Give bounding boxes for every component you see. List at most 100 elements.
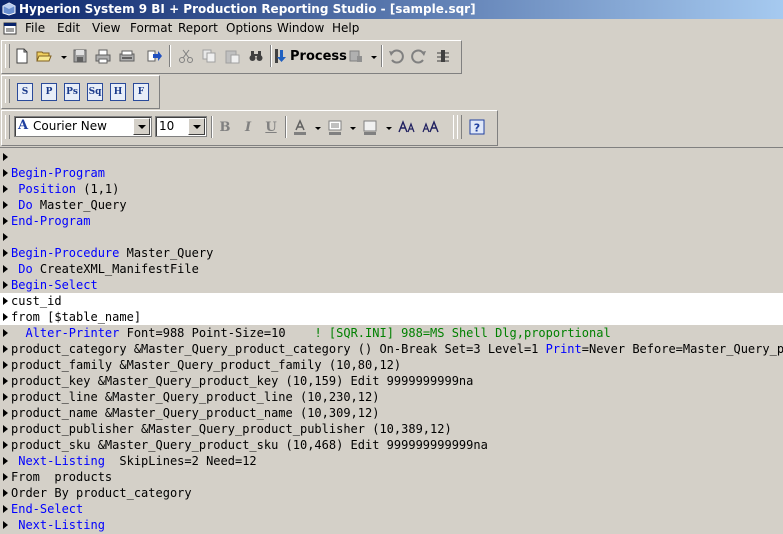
document-icon[interactable] bbox=[3, 22, 17, 35]
line-marker-icon bbox=[3, 313, 8, 321]
code-line[interactable]: Position (1,1) bbox=[0, 181, 783, 197]
code-line[interactable]: Do Master_Query bbox=[0, 197, 783, 213]
menu-view[interactable]: View bbox=[92, 21, 120, 35]
procedure-section-button[interactable]: Ps bbox=[64, 83, 80, 101]
toolbar-grip[interactable] bbox=[457, 115, 462, 139]
code-line[interactable]: product_sku &Master_Query_product_sku (1… bbox=[0, 437, 783, 453]
open-button[interactable] bbox=[34, 46, 54, 66]
decrease-font-button[interactable] bbox=[421, 117, 441, 137]
toolbar-grip[interactable] bbox=[5, 115, 10, 139]
paste-button[interactable] bbox=[222, 46, 242, 66]
program-section-button[interactable]: P bbox=[41, 83, 57, 101]
code-line[interactable]: End-Select bbox=[0, 501, 783, 517]
code-line[interactable]: Alter-Printer Font=988 Point-Size=10 ! [… bbox=[0, 325, 783, 341]
print-preview-button[interactable] bbox=[117, 46, 137, 66]
menu-window[interactable]: Window bbox=[277, 21, 324, 35]
increase-font-button[interactable] bbox=[397, 117, 417, 137]
line-marker-icon bbox=[3, 425, 8, 433]
heading-section-button[interactable]: H bbox=[110, 83, 126, 101]
font-color-dropdown-arrow[interactable] bbox=[315, 127, 321, 130]
code-keyword: Next-Listing bbox=[11, 518, 105, 532]
code-keyword: End-Program bbox=[11, 214, 91, 228]
underline-button[interactable]: U bbox=[261, 117, 281, 137]
binoculars-icon bbox=[249, 51, 263, 61]
code-line[interactable]: Begin-Program bbox=[0, 165, 783, 181]
title-bar[interactable]: Hyperion System 9 BI + Production Report… bbox=[0, 0, 783, 19]
fill-color-button[interactable] bbox=[325, 117, 345, 137]
menu-file[interactable]: File bbox=[25, 21, 45, 35]
menu-report[interactable]: Report bbox=[178, 21, 218, 35]
help-button[interactable]: ? bbox=[467, 117, 487, 137]
cut-button[interactable] bbox=[176, 46, 196, 66]
italic-button[interactable]: I bbox=[238, 117, 258, 137]
border-button[interactable] bbox=[360, 117, 380, 137]
code-token: SkipLines=2 Need=12 bbox=[104, 454, 257, 468]
fill-color-dropdown-arrow[interactable] bbox=[350, 127, 356, 130]
code-line[interactable] bbox=[0, 149, 783, 165]
menu-format[interactable]: Format bbox=[130, 21, 172, 35]
code-text: Next-Listing SkipLines=2 Need=12 bbox=[11, 453, 257, 469]
print-button[interactable] bbox=[93, 46, 113, 66]
line-marker-icon bbox=[3, 457, 8, 465]
code-text: Order By product_category bbox=[11, 485, 192, 501]
code-line[interactable]: product_category &Master_Query_product_c… bbox=[0, 341, 783, 357]
line-marker-icon bbox=[3, 393, 8, 401]
debug-button[interactable] bbox=[433, 46, 453, 66]
code-line[interactable]: Begin-Select bbox=[0, 277, 783, 293]
menu-options[interactable]: Options bbox=[226, 21, 272, 35]
new-file-icon bbox=[16, 48, 28, 64]
border-dropdown-arrow[interactable] bbox=[386, 127, 392, 130]
menu-edit[interactable]: Edit bbox=[57, 21, 80, 35]
code-line[interactable]: product_publisher &Master_Query_product_… bbox=[0, 421, 783, 437]
code-token: Order By product_category bbox=[11, 486, 192, 500]
code-line[interactable]: Do CreateXML_ManifestFile bbox=[0, 261, 783, 277]
font-color-button[interactable] bbox=[290, 117, 310, 137]
open-dropdown-arrow[interactable] bbox=[61, 56, 67, 59]
new-button[interactable] bbox=[12, 46, 32, 66]
code-line[interactable]: from [$table_name] bbox=[0, 309, 783, 325]
sqr-sections-toolbar: S P Ps Sq H F bbox=[1, 75, 160, 109]
code-token: product_category &Master_Query_product_c… bbox=[11, 342, 546, 356]
code-line[interactable]: From products bbox=[0, 469, 783, 485]
menu-help[interactable]: Help bbox=[332, 21, 359, 35]
code-line[interactable]: Begin-Procedure Master_Query bbox=[0, 245, 783, 261]
code-keyword: Begin-Select bbox=[11, 278, 98, 292]
code-line[interactable]: product_name &Master_Query_product_name … bbox=[0, 405, 783, 421]
font-size-select[interactable]: 10 bbox=[155, 116, 207, 137]
process-options-button[interactable] bbox=[346, 46, 366, 66]
process-button[interactable]: Process bbox=[274, 46, 347, 66]
font-name-dropdown[interactable] bbox=[133, 118, 150, 135]
bold-button[interactable]: B bbox=[215, 117, 235, 137]
code-line[interactable]: End-Program bbox=[0, 213, 783, 229]
code-line[interactable]: Next-Listing bbox=[0, 517, 783, 533]
code-text: product_line &Master_Query_product_line … bbox=[11, 389, 379, 405]
font-size-dropdown[interactable] bbox=[188, 118, 205, 135]
process-options-icon bbox=[349, 50, 362, 62]
font-name-select[interactable]: A Courier New bbox=[14, 116, 152, 137]
undo-button[interactable] bbox=[386, 46, 406, 66]
code-line[interactable]: product_family &Master_Query_product_fam… bbox=[0, 357, 783, 373]
find-button[interactable] bbox=[246, 46, 266, 66]
code-line[interactable] bbox=[0, 229, 783, 245]
toolbar-grip[interactable] bbox=[5, 44, 10, 68]
save-button[interactable] bbox=[70, 46, 90, 66]
process-dropdown-arrow[interactable] bbox=[371, 56, 377, 59]
undo-icon bbox=[389, 49, 404, 64]
code-line[interactable]: cust_id bbox=[0, 293, 783, 309]
code-token: Master_Query bbox=[119, 246, 214, 260]
code-line[interactable]: product_line &Master_Query_product_line … bbox=[0, 389, 783, 405]
code-line[interactable]: Next-Listing SkipLines=2 Need=12 bbox=[0, 453, 783, 469]
code-line[interactable]: product_key &Master_Query_product_key (1… bbox=[0, 373, 783, 389]
scissors-icon bbox=[179, 49, 193, 63]
toolbar-grip[interactable] bbox=[5, 79, 10, 103]
copy-button[interactable] bbox=[199, 46, 219, 66]
sql-section-button[interactable]: Sq bbox=[87, 83, 103, 101]
redo-button[interactable] bbox=[409, 46, 429, 66]
code-line[interactable]: Order By product_category bbox=[0, 485, 783, 501]
line-marker-icon bbox=[3, 361, 8, 369]
setup-section-button[interactable]: S bbox=[17, 83, 33, 101]
code-editor[interactable]: Begin-Program Position (1,1) Do Master_Q… bbox=[0, 147, 783, 534]
code-comment: ! [SQR.INI] 988=MS Shell Dlg,proportiona… bbox=[314, 326, 611, 340]
footing-section-button[interactable]: F bbox=[133, 83, 149, 101]
export-button[interactable] bbox=[145, 46, 165, 66]
